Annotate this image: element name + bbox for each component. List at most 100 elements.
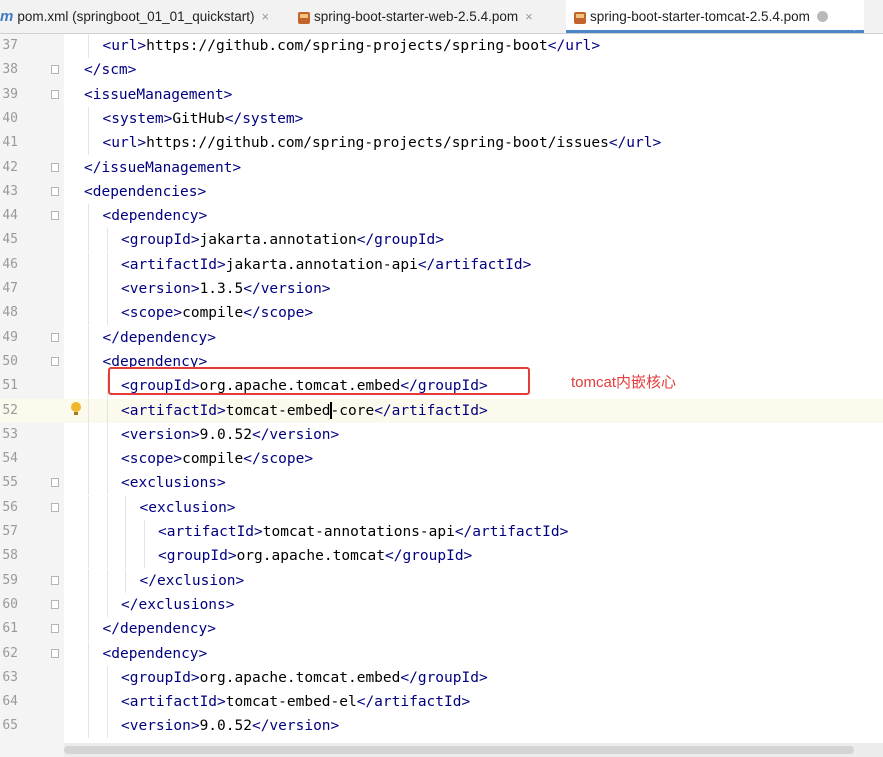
indent-guide xyxy=(106,544,108,569)
code-line[interactable]: 47 <version>1.3.5</version> xyxy=(0,277,883,301)
code-line[interactable]: 61 </dependency> xyxy=(0,617,883,642)
fold-marker-icon[interactable] xyxy=(51,599,59,609)
code-text: <issueManagement> xyxy=(84,83,232,107)
fold-marker-icon[interactable] xyxy=(51,89,59,99)
close-icon[interactable] xyxy=(816,11,828,22)
code-text: <version>9.0.52</version> xyxy=(121,423,339,447)
code-line[interactable]: 57 <artifactId>tomcat-annotations-api</ar… xyxy=(0,520,883,544)
code-line[interactable]: 56 <exclusion> xyxy=(0,495,883,520)
close-icon[interactable]: × xyxy=(261,9,269,24)
code-text: <groupId>org.apache.tomcat</groupId> xyxy=(158,544,472,568)
fold-marker-icon[interactable] xyxy=(51,478,59,488)
xml-tag: <scope> xyxy=(121,451,183,468)
code-text: </dependency> xyxy=(103,326,217,350)
xml-tag: </url> xyxy=(608,135,662,152)
xml-tag: </groupId> xyxy=(400,669,488,686)
code-line[interactable]: 65 <version>9.0.52</version> xyxy=(0,714,883,739)
pom-file-icon xyxy=(574,11,586,24)
code-text: <dependency> xyxy=(103,204,208,228)
xml-tag: <artifactId> xyxy=(158,524,263,540)
line-number: 64 xyxy=(2,694,18,710)
code-line[interactable]: 59 </exclusion> xyxy=(0,568,883,593)
fold-marker-icon[interactable] xyxy=(51,186,59,196)
code-line[interactable]: 52 <artifactId>tomcat-embed-core</artifac… xyxy=(0,398,883,423)
code-text: <system>GitHub</system> xyxy=(103,107,304,131)
fold-marker-icon[interactable] xyxy=(51,356,59,366)
scrollbar-thumb[interactable] xyxy=(64,746,854,754)
line-number: 46 xyxy=(2,256,18,272)
fold-marker-icon[interactable] xyxy=(51,575,59,585)
horizontal-scrollbar[interactable] xyxy=(64,743,883,757)
xml-tag: </url> xyxy=(547,38,601,54)
fold-marker-icon[interactable] xyxy=(51,65,59,75)
code-line[interactable]: 40 <system>GitHub</system> xyxy=(0,106,883,131)
xml-value: tomcat-annotations-api xyxy=(262,524,455,540)
code-text: <dependencies> xyxy=(84,180,206,204)
code-line[interactable]: 53 <version>9.0.52</version> xyxy=(0,422,883,447)
code-line[interactable]: 43 <dependencies> xyxy=(0,180,883,204)
close-icon[interactable]: × xyxy=(525,9,533,24)
indent-guide xyxy=(88,34,89,58)
code-text: <artifactId>tomcat-embed-el</artifactId> xyxy=(121,690,470,714)
indent-guide xyxy=(88,447,89,472)
code-line[interactable]: 48 <scope>compile</scope> xyxy=(0,301,883,326)
xml-tag: </scope> xyxy=(243,451,314,468)
code-line[interactable]: 54 <scope>compile</scope> xyxy=(0,447,883,472)
code-text: <version>1.3.5</version> xyxy=(121,277,331,301)
indent-guide xyxy=(106,592,108,617)
tab-label: spring-boot-starter-web-2.5.4.pom xyxy=(314,9,519,24)
code-line[interactable]: 58 <groupId>org.apache.tomcat</groupId> xyxy=(0,544,883,569)
code-line[interactable]: 46 <artifactId>jakarta.annotation-api</ar… xyxy=(0,252,883,277)
code-line[interactable]: 55 <exclusions> xyxy=(0,471,883,496)
xml-tag: <url> xyxy=(102,38,147,54)
code-line[interactable]: 64 <artifactId>tomcat-embed-el</artifactI… xyxy=(0,690,883,715)
code-line[interactable]: 39 <issueManagement> xyxy=(0,83,883,107)
code-line[interactable]: 42 </issueManagement> xyxy=(0,156,883,180)
indent-guide xyxy=(88,714,89,739)
xml-tag: <scope> xyxy=(121,305,183,322)
indent-guide xyxy=(88,690,89,715)
xml-tag: </version> xyxy=(243,281,331,297)
fold-marker-icon[interactable] xyxy=(51,502,59,512)
indent-guide xyxy=(106,520,108,544)
fold-marker-icon[interactable] xyxy=(51,162,59,172)
tab-starter-tomcat-pom[interactable]: spring-boot-starter-tomcat-2.5.4.pom xyxy=(566,0,864,33)
line-number: 55 xyxy=(2,475,18,491)
code-line[interactable]: 37 <url>https://github.com/spring-project… xyxy=(0,34,883,58)
xml-value: org.apache.tomcat.embed xyxy=(199,669,401,686)
code-line[interactable]: 44 <dependency> xyxy=(0,204,883,229)
code-line[interactable]: 49 </dependency> xyxy=(0,325,883,350)
indent-guide xyxy=(88,301,89,326)
indent-guide xyxy=(106,495,108,520)
tab-label: pom.xml (springboot_01_01_quickstart) xyxy=(17,9,255,24)
code-line[interactable]: 41 <url>https://github.com/spring-project… xyxy=(0,131,883,156)
code-line[interactable]: 45 <groupId>jakarta.annotation</groupId> xyxy=(0,228,883,253)
code-line[interactable]: 60 </exclusions> xyxy=(0,592,883,617)
indent-guide xyxy=(106,422,108,447)
xml-tag: </scm> xyxy=(84,62,137,79)
fold-marker-icon[interactable] xyxy=(51,648,59,658)
indent-guide xyxy=(125,520,126,544)
indent-guide xyxy=(88,374,89,399)
indent-guide xyxy=(88,325,89,350)
annotation-text: tomcat内嵌核心 xyxy=(571,374,677,391)
code-editor[interactable]: 37 <url>https://github.com/spring-project… xyxy=(0,34,883,757)
indent-guide xyxy=(88,641,89,666)
xml-tag: <version> xyxy=(121,281,200,297)
code-text: <artifactId>jakarta.annotation-api</arti… xyxy=(121,253,531,277)
xml-tag: <issueManagement> xyxy=(84,86,233,103)
tab-starter-web-pom[interactable]: spring-boot-starter-web-2.5.4.pom × xyxy=(298,0,563,33)
code-text: <artifactId>tomcat-annotations-api</arti… xyxy=(158,520,568,544)
code-line[interactable]: 63 <groupId>org.apache.tomcat.embed</grou… xyxy=(0,665,883,690)
code-line[interactable]: 38 </scm> xyxy=(0,58,883,82)
tab-pom-xml[interactable]: m pom.xml (springboot_01_01_quickstart) … xyxy=(0,0,290,33)
code-text: <scope>compile</scope> xyxy=(121,301,313,325)
code-line[interactable]: 62 <dependency> xyxy=(0,641,883,666)
fold-marker-icon[interactable] xyxy=(51,332,59,342)
indent-guide xyxy=(88,471,89,496)
indent-guide xyxy=(88,228,89,253)
indent-guide xyxy=(143,544,145,569)
intention-bulb-icon[interactable] xyxy=(71,401,81,415)
fold-marker-icon[interactable] xyxy=(51,211,59,221)
fold-marker-icon[interactable] xyxy=(51,624,59,634)
